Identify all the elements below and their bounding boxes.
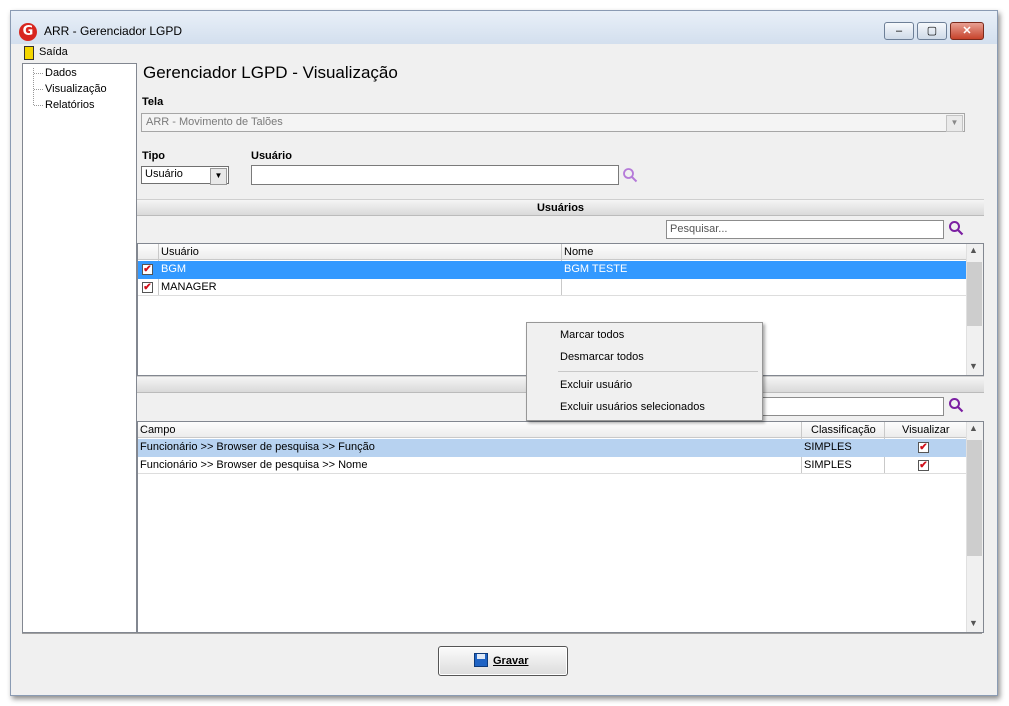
cell-classificacao: SIMPLES — [804, 441, 852, 453]
usuario-label: Usuário — [251, 150, 292, 162]
search-icon[interactable] — [948, 220, 964, 236]
tree-item-relatorios[interactable]: Relatórios — [45, 99, 95, 111]
search-icon[interactable] — [948, 397, 964, 413]
maximize-button[interactable]: ▢ — [917, 22, 947, 40]
tree-connector — [34, 105, 43, 106]
navigation-tree — [22, 63, 137, 633]
minimize-button[interactable]: ‒ — [884, 22, 914, 40]
tree-item-dados[interactable]: Dados — [45, 67, 77, 79]
column-header-nome[interactable]: Nome — [564, 244, 593, 261]
cell-classificacao: SIMPLES — [804, 459, 852, 471]
tipo-value: Usuário — [145, 168, 183, 180]
scroll-thumb[interactable] — [967, 262, 982, 326]
cell-campo: Funcionário >> Browser de pesquisa >> No… — [140, 459, 368, 471]
tela-label: Tela — [142, 96, 164, 108]
close-button[interactable]: ✕ — [950, 22, 984, 40]
tree-connector — [34, 73, 43, 74]
menu-exit[interactable]: Saída — [39, 46, 68, 58]
save-button-label: Gravar — [493, 655, 529, 667]
column-header-visualizar[interactable]: Visualizar — [902, 422, 950, 439]
row-checkbox[interactable]: ✔ — [142, 282, 153, 293]
scroll-thumb[interactable] — [967, 440, 982, 556]
scroll-up-icon[interactable]: ▲ — [969, 423, 978, 433]
cell-campo: Funcionário >> Browser de pesquisa >> Fu… — [140, 441, 375, 453]
tela-select[interactable]: ARR - Movimento de Talões ▼ — [141, 113, 965, 132]
search-icon[interactable] — [622, 167, 638, 183]
window-title: ARR - Gerenciador LGPD — [44, 24, 183, 38]
cell-usuario: MANAGER — [161, 281, 217, 293]
usuario-input[interactable] — [251, 165, 619, 185]
cell-nome: BGM TESTE — [564, 263, 628, 275]
menu-separator — [558, 371, 758, 372]
tipo-label: Tipo — [142, 150, 166, 162]
visualizar-checkbox[interactable]: ✔ — [918, 442, 929, 453]
floppy-label-shape — [477, 654, 485, 659]
menu-item-excluir-usuario[interactable]: Excluir usuário — [560, 379, 632, 391]
table-row[interactable] — [138, 261, 966, 279]
column-header-campo[interactable]: Campo — [140, 422, 175, 439]
column-header-classificacao[interactable]: Classificação — [811, 422, 876, 439]
chevron-down-icon[interactable]: ▼ — [946, 115, 963, 132]
users-grid-header — [138, 244, 966, 260]
scroll-down-icon[interactable]: ▼ — [969, 361, 978, 371]
chevron-down-icon[interactable]: ▼ — [210, 168, 227, 185]
menu-item-desmarcar-todos[interactable]: Desmarcar todos — [560, 351, 644, 363]
cell-usuario: BGM — [161, 263, 187, 275]
menu-item-excluir-selecionados[interactable]: Excluir usuários selecionados — [560, 401, 705, 413]
tree-item-visualizacao[interactable]: Visualização — [45, 83, 107, 95]
tela-value: ARR - Movimento de Talões — [146, 116, 283, 128]
row-checkbox[interactable]: ✔ — [142, 264, 153, 275]
users-section-header: Usuários — [137, 199, 984, 216]
users-search-input[interactable]: Pesquisar... — [666, 220, 944, 239]
scroll-down-icon[interactable]: ▼ — [969, 618, 978, 628]
app-logo-icon: G — [19, 23, 37, 41]
tipo-select[interactable]: Usuário ▼ — [141, 166, 229, 185]
menu-item-marcar-todos[interactable]: Marcar todos — [560, 329, 624, 341]
menu-bar — [22, 44, 982, 62]
table-row[interactable] — [138, 279, 966, 296]
tree-connector — [34, 89, 43, 90]
exit-door-icon[interactable] — [24, 46, 34, 60]
page-title: Gerenciador LGPD - Visualização — [143, 63, 398, 82]
visualizar-checkbox[interactable]: ✔ — [918, 460, 929, 471]
column-header-usuario[interactable]: Usuário — [161, 244, 199, 261]
scroll-up-icon[interactable]: ▲ — [969, 245, 978, 255]
